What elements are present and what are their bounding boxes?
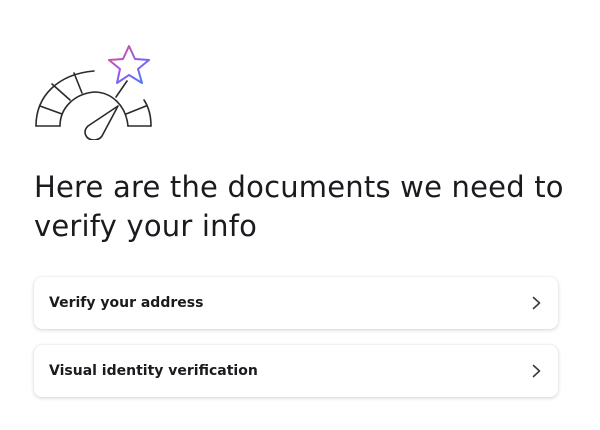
visual-identity-verification-item[interactable]: Visual identity verification bbox=[34, 345, 558, 397]
speedometer-star-icon bbox=[32, 44, 156, 141]
verify-address-item[interactable]: Verify your address bbox=[34, 277, 558, 329]
page-title: Here are the documents we need to verify… bbox=[34, 170, 564, 243]
chevron-right-icon bbox=[530, 363, 542, 379]
document-list: Verify your address Visual identity veri… bbox=[34, 277, 558, 413]
document-label: Verify your address bbox=[49, 295, 204, 311]
document-label: Visual identity verification bbox=[49, 363, 258, 379]
chevron-right-icon bbox=[530, 295, 542, 311]
